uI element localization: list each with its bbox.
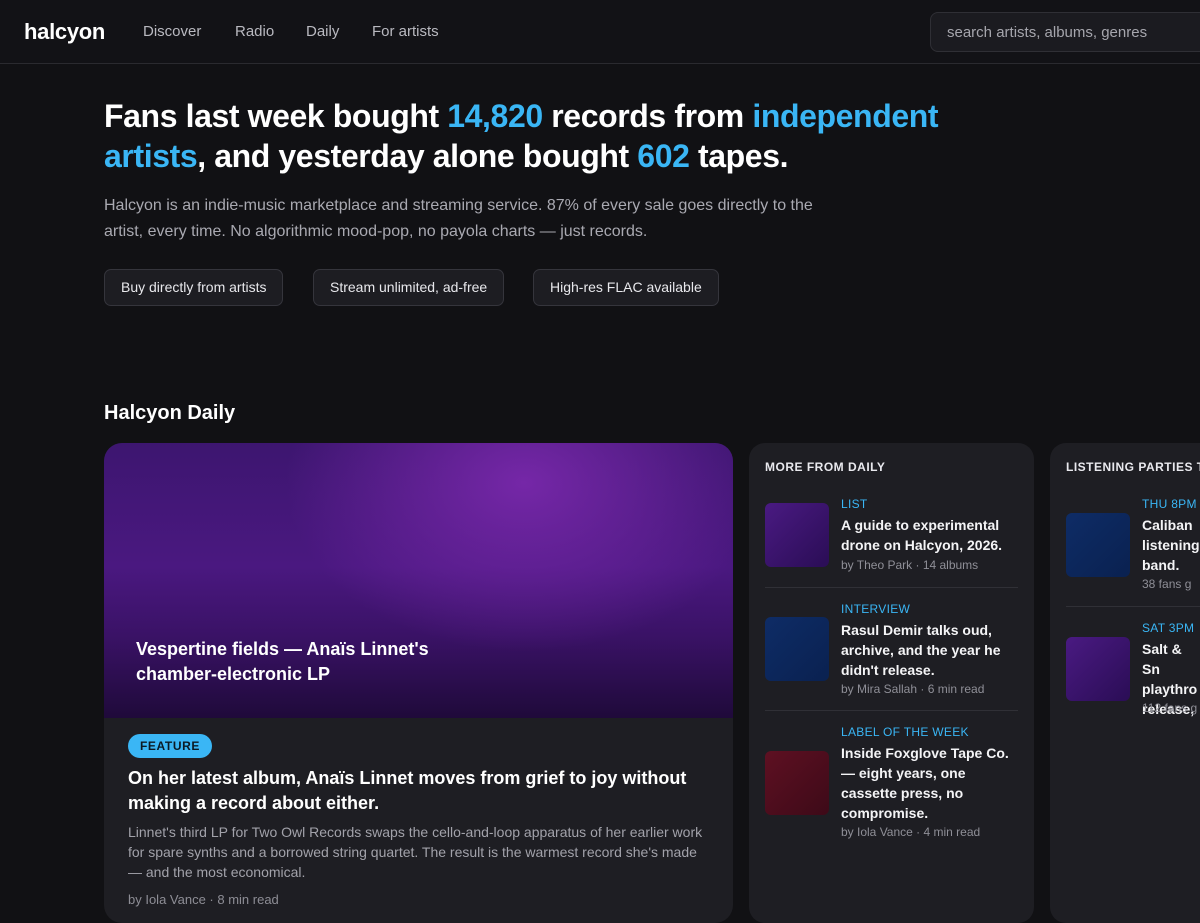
divider [765,710,1018,711]
pill-buy-direct[interactable]: Buy directly from artists [104,269,284,306]
list-item[interactable]: LIST A guide to experimental drone on Ha… [765,495,1018,575]
feature-headline[interactable]: On her latest album, Anaïs Linnet moves … [128,766,708,816]
article-thumbnail [765,617,829,681]
feature-badge: FEATURE [128,734,212,758]
pill-stream-unlimited[interactable]: Stream unlimited, ad-free [313,269,505,306]
event-time: THU 8PM [1142,497,1197,511]
more-from-daily-heading: MORE FROM DAILY [765,460,886,474]
pill-high-res-flac[interactable]: High-res FLAC available [533,269,719,306]
article-meta: by Iola Vance · 4 min read [841,825,981,839]
list-item[interactable]: LABEL OF THE WEEK Inside Foxglove Tape C… [765,723,1018,843]
article-tag: INTERVIEW [841,602,911,616]
feature-image-title: Vespertine fields — Anaïs Linnet's chamb… [136,639,429,684]
listening-parties-heading: LISTENING PARTIES T [1066,460,1200,474]
logo[interactable]: halcyon [24,19,105,45]
search-input[interactable] [930,12,1200,52]
divider [765,587,1018,588]
section-title-daily: Halcyon Daily [104,402,236,424]
article-thumbnail [765,503,829,567]
article-thumbnail [765,751,829,815]
nav-link-radio[interactable]: Radio [235,23,274,40]
hero-title-part: Fans last week bought [104,98,448,134]
feature-image[interactable]: Vespertine fields — Anaïs Linnet's chamb… [104,443,733,718]
more-from-daily-card: MORE FROM DAILY LIST A guide to experime… [749,443,1034,923]
event-thumbnail [1066,637,1130,701]
hero-stat-tapes: 602 [637,138,690,174]
article-title[interactable]: Inside Foxglove Tape Co. — eight years, … [841,743,1021,823]
event-meta: 112 fans g [1142,701,1198,715]
article-meta: by Theo Park · 14 albums [841,558,979,572]
hero-subtitle: Halcyon is an indie-music marketplace an… [104,197,813,240]
nav-link-discover[interactable]: Discover [143,23,201,40]
divider [1066,606,1200,607]
feature-card[interactable]: Vespertine fields — Anaïs Linnet's chamb… [104,443,733,923]
nav-link-daily[interactable]: Daily [306,23,339,40]
listening-parties-card: LISTENING PARTIES T THU 8PM Caliban list… [1050,443,1200,923]
list-item[interactable]: INTERVIEW Rasul Demir talks oud, archive… [765,600,1018,700]
hero-title-part: tapes. [689,138,789,174]
article-meta: by Mira Sallah · 6 min read [841,682,985,696]
event-thumbnail [1066,513,1130,577]
list-item[interactable]: THU 8PM Caliban listening band. 38 fans … [1066,495,1200,595]
list-item[interactable]: SAT 3PM Salt & Sn playthro release, 112 … [1066,619,1200,719]
event-meta: 38 fans g [1142,577,1192,591]
hero-title-part: , and yesterday alone bought [197,138,638,174]
hero-title-part: records from [542,98,753,134]
hero-title: Fans last week bought 14,820 records fro… [104,96,1004,176]
event-title[interactable]: Caliban listening band. [1142,515,1200,575]
article-tag: LABEL OF THE WEEK [841,725,969,739]
nav-link-for-artists[interactable]: For artists [372,23,439,40]
top-nav: halcyon Discover Radio Daily For artists [0,0,1200,64]
hero-stat-records: 14,820 [447,98,543,134]
feature-description: Linnet's third LP for Two Owl Records sw… [128,824,703,880]
article-tag: LIST [841,497,868,511]
event-time: SAT 3PM [1142,621,1195,635]
article-title[interactable]: Rasul Demir talks oud, archive, and the … [841,620,1021,680]
article-title[interactable]: A guide to experimental drone on Halcyon… [841,515,1021,555]
